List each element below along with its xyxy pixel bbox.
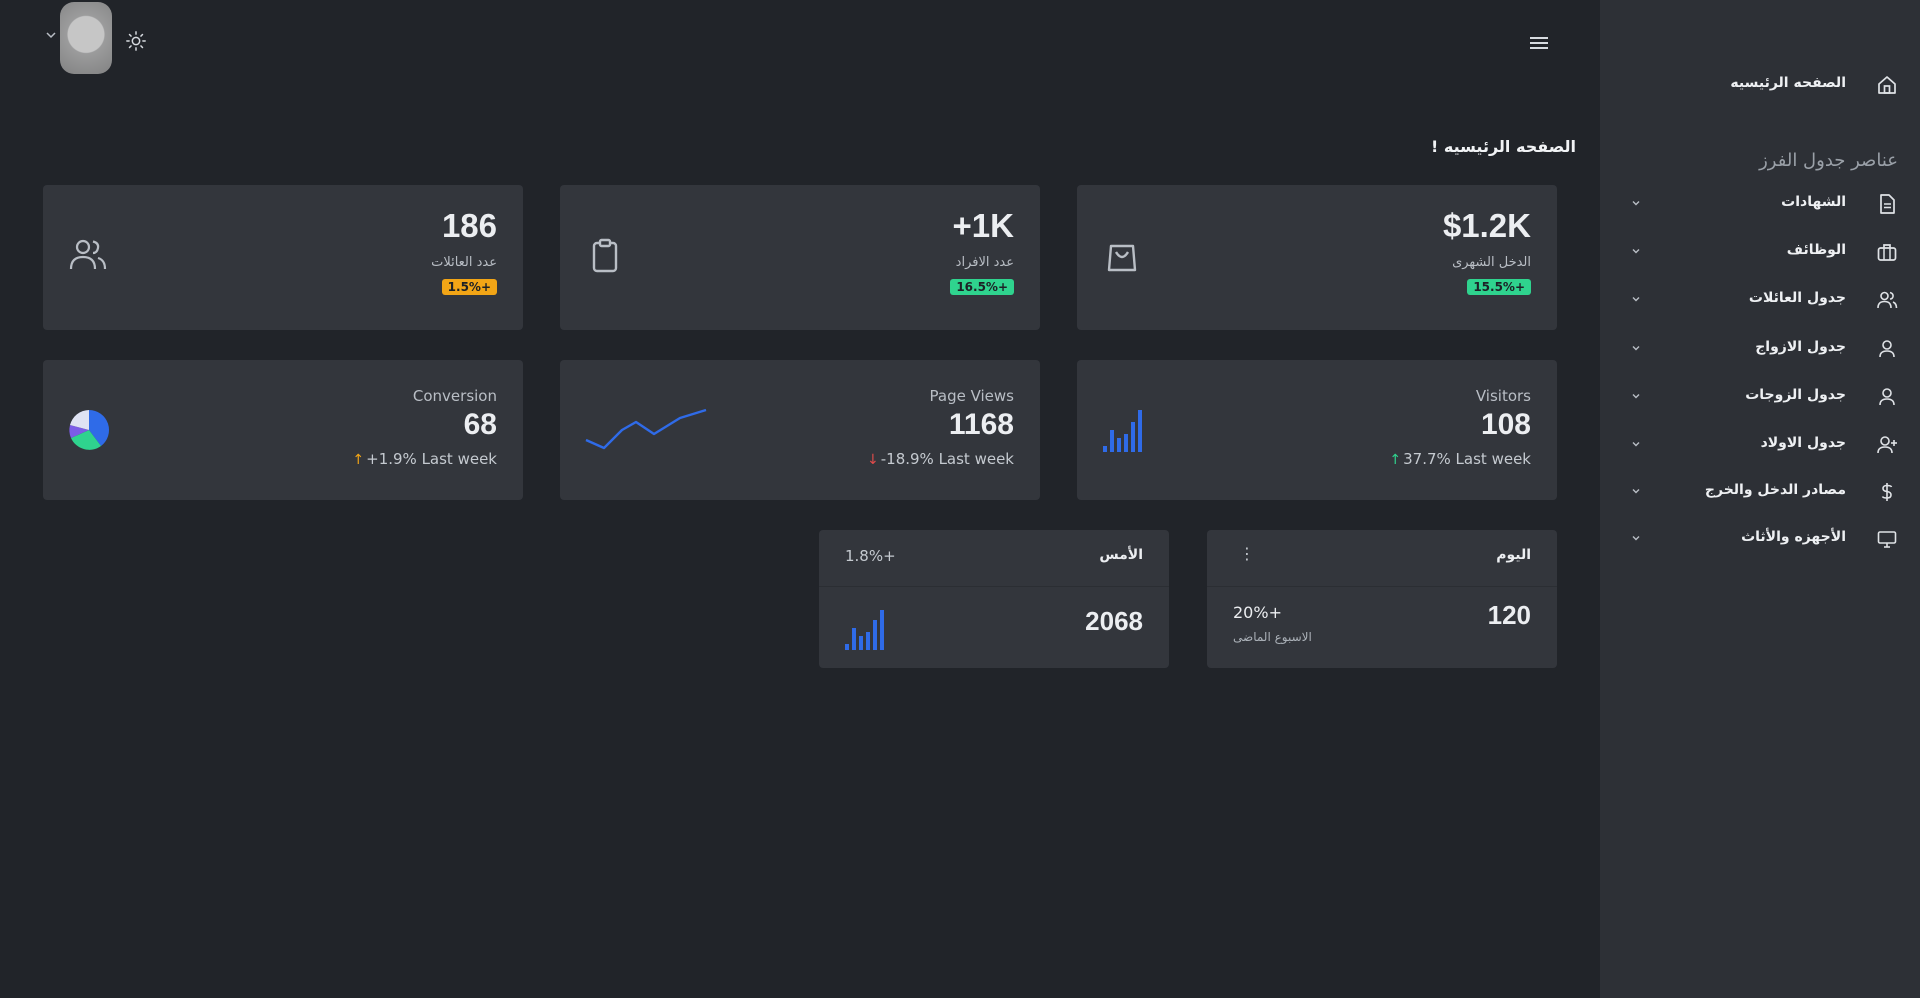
sidebar-item-wives[interactable]: جدول الزوجات (1600, 376, 1920, 416)
users-icon (69, 239, 107, 270)
sidebar-item-label: الصفحه الرئيسيه (1730, 75, 1846, 91)
monitor-icon (1877, 531, 1897, 548)
avatar[interactable] (60, 2, 112, 74)
stat-label: الدخل الشهرى (1452, 255, 1531, 270)
metric-value: 1168 (948, 408, 1014, 441)
today-change: 20%+ (1233, 603, 1282, 622)
sun-icon[interactable] (125, 30, 147, 52)
sidebar-item-label: الشهادات (1781, 194, 1846, 210)
more-vertical-icon[interactable]: ⋮ (1239, 544, 1255, 563)
bar-chart-icon (845, 610, 884, 650)
pie-chart-icon (69, 410, 109, 450)
sidebar-item-label: جدول الزوجات (1745, 387, 1846, 403)
sidebar-item-label: الأجهزه والأثاث (1741, 529, 1846, 545)
metric-title: Conversion (412, 387, 497, 405)
line-chart-icon (585, 408, 707, 450)
sidebar-item-children[interactable]: جدول الاولاد (1600, 424, 1920, 464)
sidebar-item-families[interactable]: جدول العائلات (1600, 279, 1920, 319)
metric-change: ↑ 37.7% Last week (1389, 450, 1531, 468)
chevron-down-icon (1632, 346, 1640, 351)
arrow-up-icon: ↑ (1389, 452, 1402, 468)
metric-card-conversion: Conversion 68 ↑ +1.9% Last week (43, 360, 523, 500)
yesterday-label: الأمس (1099, 547, 1143, 563)
chevron-down-icon (1632, 536, 1640, 541)
chevron-down-icon (1632, 249, 1640, 254)
home-icon (1878, 76, 1896, 94)
document-icon (1880, 194, 1895, 214)
user-plus-icon (1877, 436, 1897, 454)
stat-card-income: $1.2K الدخل الشهرى 15.5%+ (1077, 185, 1557, 330)
chevron-down-icon (1632, 297, 1640, 302)
divider (1207, 586, 1557, 587)
yesterday-change: 1.8%+ (845, 547, 896, 565)
stat-value: $1.2K (1442, 207, 1531, 244)
chevron-down-icon (1632, 442, 1640, 447)
today-card: اليوم ⋮ 120 20%+ الاسبوع الماضى (1207, 530, 1557, 668)
sidebar-item-label: جدول الازواج (1755, 339, 1846, 355)
sidebar-item-devices[interactable]: الأجهزه والأثاث (1600, 518, 1920, 558)
user-icon (1879, 340, 1895, 358)
sidebar-item-jobs[interactable]: الوظائف (1600, 231, 1920, 271)
sidebar-item-label: مصادر الدخل والخرج (1704, 482, 1846, 498)
hamburger-icon[interactable] (1528, 34, 1550, 52)
sidebar-item-income[interactable]: مصادر الدخل والخرج (1600, 471, 1920, 511)
stat-label: عدد الافراد (955, 255, 1014, 270)
today-label: اليوم (1496, 547, 1531, 563)
stat-label: عدد العائلات (431, 255, 497, 270)
metric-value: 108 (1480, 408, 1531, 441)
arrow-up-icon: ↑ (352, 452, 365, 468)
status-badge: 1.5%+ (441, 279, 497, 295)
page-title: الصفحه الرئيسيه ! (1431, 137, 1576, 156)
status-badge: 15.5%+ (1467, 279, 1531, 295)
yesterday-value: 2068 (1085, 606, 1143, 636)
chevron-down-icon (1632, 201, 1640, 206)
metric-change: ↓ -18.9% Last week (867, 450, 1014, 468)
yesterday-card: الأمس 1.8%+ 2068 (819, 530, 1169, 668)
sidebar-item-certificates[interactable]: الشهادات (1600, 183, 1920, 223)
stat-value: 186 (441, 207, 497, 244)
sidebar-item-husbands[interactable]: جدول الازواج (1600, 328, 1920, 368)
clipboard-icon (592, 238, 618, 273)
today-change-caption: الاسبوع الماضى (1233, 630, 1312, 644)
chevron-down-icon (1632, 394, 1640, 399)
user-icon (1879, 388, 1895, 406)
metric-title: Page Views (929, 387, 1015, 405)
today-value: 120 (1487, 600, 1531, 630)
stat-card-families: 186 عدد العائلات 1.5%+ (43, 185, 523, 330)
stat-value: +1K (952, 207, 1014, 244)
sidebar-item-label: جدول الاولاد (1760, 435, 1846, 451)
metric-value: 68 (463, 408, 497, 441)
arrow-down-icon: ↓ (867, 452, 879, 468)
sidebar-item-label: جدول العائلات (1748, 290, 1846, 306)
stat-card-members: +1K عدد الافراد 16.5%+ (560, 185, 1040, 330)
briefcase-icon (1877, 244, 1897, 261)
chevron-down-icon[interactable] (44, 28, 58, 42)
sidebar-item-home[interactable]: الصفحه الرئيسيه (1600, 64, 1920, 104)
chevron-down-icon (1632, 489, 1640, 494)
shopping-bag-icon (1107, 244, 1137, 272)
sidebar: الصفحه الرئيسيه عناصر جدول الفرز الشهادا… (1600, 0, 1920, 998)
metric-card-visitors: Visitors 108 ↑ 37.7% Last week (1077, 360, 1557, 500)
metric-change: ↑ +1.9% Last week (352, 450, 497, 468)
metric-card-page-views: Page Views 1168 ↓ -18.9% Last week (560, 360, 1040, 500)
sidebar-item-label: الوظائف (1786, 242, 1846, 258)
users-icon (1877, 291, 1898, 309)
sidebar-section-title: عناصر جدول الفرز (1759, 150, 1898, 171)
divider (819, 586, 1169, 587)
status-badge: 16.5%+ (950, 279, 1014, 295)
main-content: الصفحه الرئيسيه ! $1.2K الدخل الشهرى 15.… (0, 0, 1600, 998)
metric-title: Visitors (1475, 387, 1531, 405)
dollar-icon (1881, 483, 1893, 501)
bar-chart-icon (1103, 410, 1142, 452)
